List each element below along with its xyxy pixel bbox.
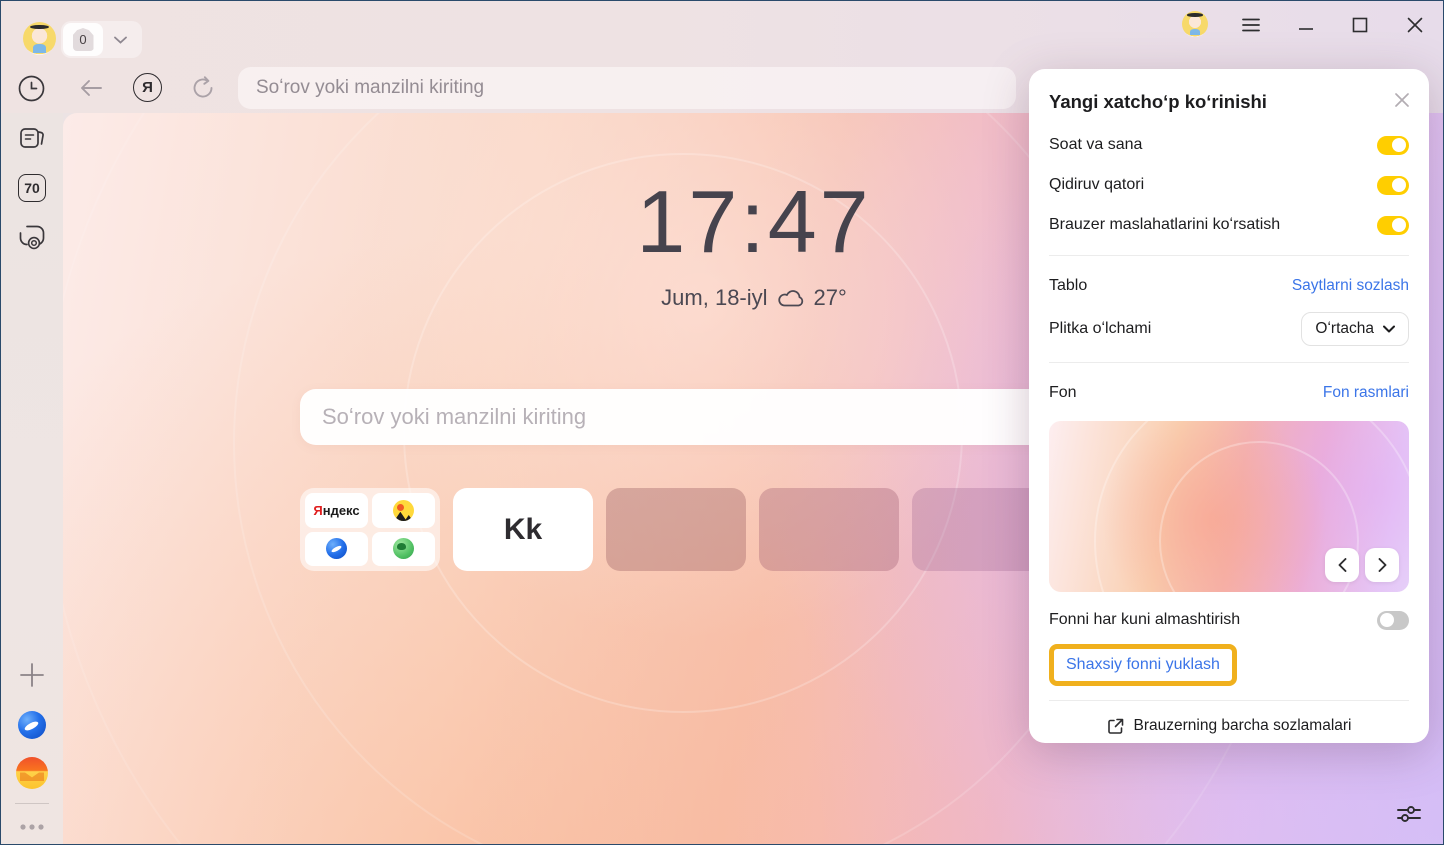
history-icon[interactable] (17, 74, 45, 102)
toggle-label-clock-date: Soat va sana (1049, 136, 1142, 154)
toggle-clock-date[interactable] (1377, 136, 1409, 155)
browser-ball-icon[interactable] (18, 711, 46, 739)
new-tab-settings-panel: Yangi xatchoʻp koʻrinishi Soat va sana Q… (1029, 69, 1429, 743)
close-icon[interactable] (1401, 11, 1429, 39)
address-input[interactable] (238, 67, 1016, 109)
toggle-search-row[interactable] (1377, 176, 1409, 195)
chevron-left-icon[interactable] (1325, 548, 1359, 582)
tile-browser-icon[interactable] (305, 532, 368, 567)
add-icon[interactable] (18, 661, 46, 689)
background-preview (1049, 421, 1409, 592)
all-settings-button[interactable]: Brauzerning barcha sozlamalari (1049, 717, 1409, 735)
tab-counter-badge: 0 (73, 28, 94, 51)
chevron-right-icon[interactable] (1365, 548, 1399, 582)
toggle-daily-change[interactable] (1377, 611, 1409, 630)
background-gallery-link[interactable]: Fon rasmlari (1323, 384, 1409, 402)
toggle-label-suggestions: Brauzer maslahatlarini koʻrsatish (1049, 216, 1280, 234)
yandex-logo-first: Я (313, 503, 322, 518)
yandex-logo-icon[interactable]: Я (133, 73, 162, 102)
back-arrow-icon[interactable] (77, 74, 105, 102)
external-link-icon (1107, 718, 1124, 735)
tile-images-icon[interactable] (372, 493, 435, 528)
maximize-icon[interactable] (1346, 11, 1374, 39)
minimize-icon[interactable] (1292, 11, 1320, 39)
tile-size-label: Plitka oʻlchami (1049, 320, 1151, 338)
speed-badge-70[interactable]: 70 (18, 174, 46, 202)
yandex-glyph: Я (142, 79, 153, 96)
panel-title: Yangi xatchoʻp koʻrinishi (1049, 91, 1267, 113)
tile-kk[interactable]: Kk (453, 488, 593, 571)
browser-window: 0 Я (0, 0, 1444, 845)
user-avatar[interactable] (23, 22, 56, 55)
sliders-icon[interactable] (1393, 798, 1425, 830)
refresh-icon[interactable] (188, 73, 217, 102)
tutorial-highlight-box: Shaxsiy fonni yuklash (1049, 644, 1237, 686)
all-settings-label: Brauzerning barcha sozlamalari (1134, 717, 1352, 735)
panel-close-icon[interactable] (1395, 93, 1409, 107)
tablo-label: Tablo (1049, 277, 1087, 295)
yandex-logo-rest: ндекс (323, 503, 360, 518)
tile-size-value: Oʻrtacha (1315, 320, 1374, 338)
tile-placeholder[interactable] (606, 488, 746, 571)
more-dots-icon[interactable] (18, 813, 46, 841)
tiles-row: Яндекс Kk (300, 488, 1052, 571)
chevron-down-icon[interactable] (114, 36, 127, 44)
tile-yandex-logo[interactable]: Яндекс (305, 493, 368, 528)
menu-icon[interactable] (1237, 11, 1265, 39)
upload-background-link[interactable]: Shaxsiy fonni yuklash (1066, 656, 1220, 673)
sidebar: 70 (1, 113, 63, 845)
current-tab[interactable]: 0 (63, 23, 103, 56)
screenshot-icon[interactable] (18, 223, 46, 251)
tab-widget[interactable]: 0 (61, 21, 142, 58)
chevron-down-icon (1383, 325, 1395, 333)
daily-change-label: Fonni har kuni almashtirish (1049, 611, 1240, 629)
badge-70-label: 70 (24, 180, 40, 196)
profile-avatar[interactable] (1182, 11, 1208, 37)
tile-placeholder[interactable] (759, 488, 899, 571)
date-display: Jum, 18-iyl (661, 285, 767, 311)
mail-icon[interactable] (16, 757, 48, 789)
sidebar-divider (15, 803, 49, 804)
tile-size-select[interactable]: Oʻrtacha (1301, 312, 1409, 346)
tile-green-app-icon[interactable] (372, 532, 435, 567)
cloud-icon (777, 288, 805, 308)
panel-divider (1049, 700, 1409, 701)
panel-divider (1049, 255, 1409, 256)
notes-icon[interactable] (18, 124, 46, 152)
toggle-suggestions[interactable] (1377, 216, 1409, 235)
temperature: 27° (814, 285, 847, 311)
panel-divider (1049, 362, 1409, 363)
background-label: Fon (1049, 384, 1077, 402)
toggle-label-search-row: Qidiruv qatori (1049, 176, 1144, 194)
configure-sites-link[interactable]: Saytlarni sozlash (1292, 277, 1409, 295)
tile-yandex-group[interactable]: Яндекс (300, 488, 440, 571)
